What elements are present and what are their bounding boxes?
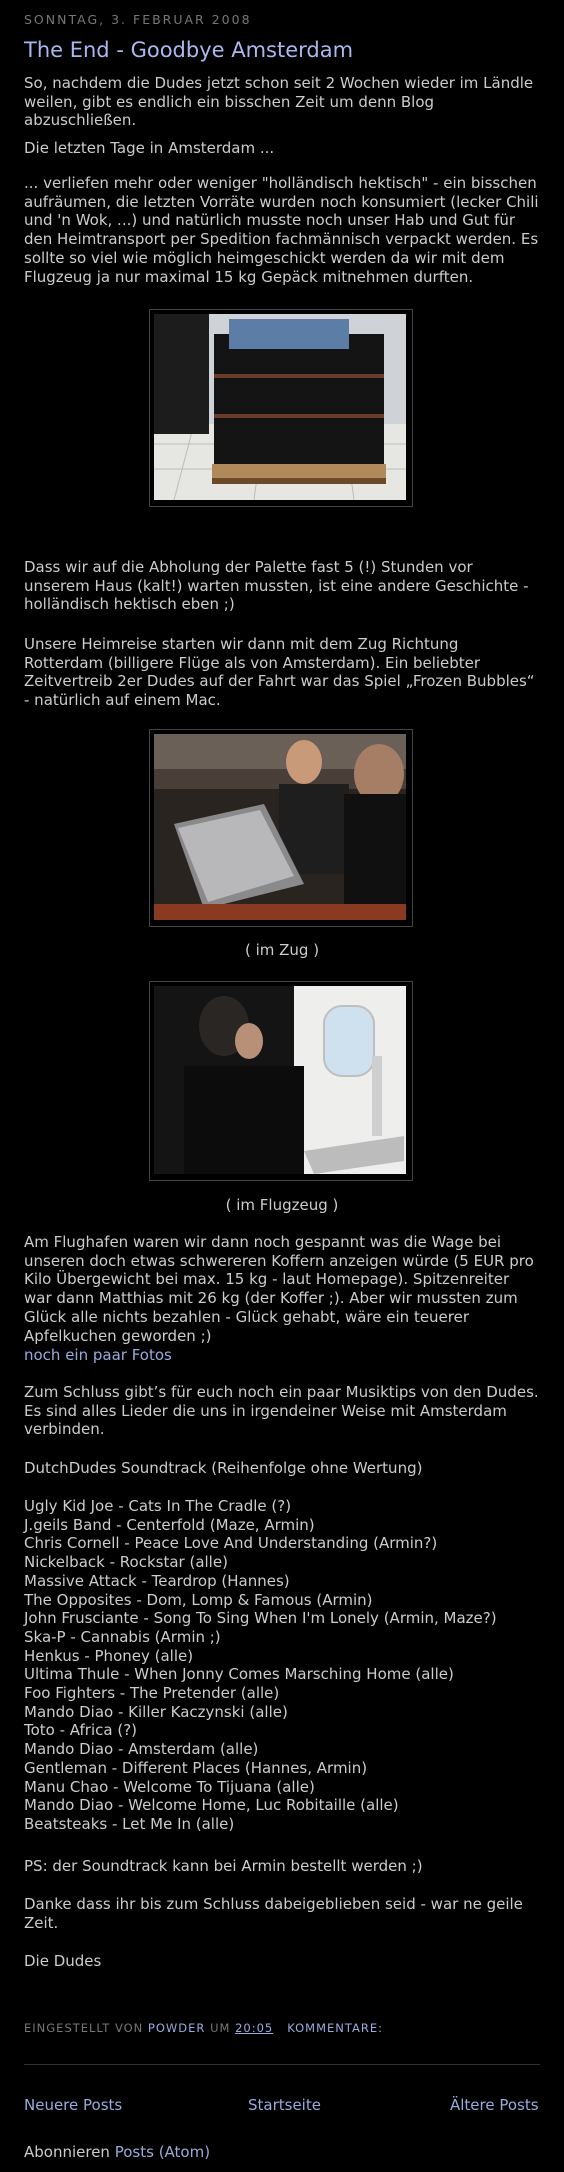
post-paragraph-journey: Unsere Heimreise starten wir dann mit de… <box>24 635 535 710</box>
caption-plane: ( im Flugzeug ) <box>225 1196 339 1214</box>
blog-page: Sonntag, 3. Februar 2008 The End - Goodb… <box>0 0 564 2172</box>
list-item: Ugly Kid Joe - Cats In The Cradle (?) <box>24 1497 292 1515</box>
list-item: The Opposites - Dom, Lomp & Famous (Armi… <box>24 1590 373 1609</box>
photo-plane[interactable] <box>149 981 413 1181</box>
post-signature: Die Dudes <box>24 1952 102 1970</box>
post-paragraph-intro: So, nachdem die Dudes jetzt schon seit 2… <box>24 74 534 130</box>
divider <box>24 2064 540 2065</box>
list-item: Ultima Thule - When Jonny Comes Marschin… <box>24 1665 454 1684</box>
list-item: Toto - Africa (?) <box>24 1721 138 1740</box>
subscribe-line: Abonnieren Posts (Atom) <box>24 2143 210 2161</box>
photo-pallet[interactable] <box>149 309 413 507</box>
subscribe-label: Abonnieren <box>24 2143 110 2161</box>
comments-link[interactable]: Kommentare: <box>287 2021 383 2035</box>
newer-posts-link[interactable]: Neuere Posts <box>24 2096 122 2114</box>
post-time-link[interactable]: 20:05 <box>235 2021 273 2035</box>
caption-train: ( im Zug ) <box>244 941 320 959</box>
post-paragraph-heading: Die letzten Tage in Amsterdam ... <box>24 139 275 157</box>
plane-image <box>154 986 406 1174</box>
post-paragraph-packing: ... verliefen mehr oder weniger "holländ… <box>24 174 539 286</box>
post-date: Sonntag, 3. Februar 2008 <box>24 12 252 27</box>
list-item: Nickelback - Rockstar (alle) <box>24 1553 228 1572</box>
more-photos-link[interactable]: noch ein paar Fotos <box>24 1346 172 1365</box>
author-link[interactable]: Powder <box>148 2021 205 2035</box>
list-item: J.geils Band - Centerfold (Maze, Armin) <box>24 1515 315 1534</box>
list-item: Foo Fighters - The Pretender (alle) <box>24 1684 280 1703</box>
post-thanks: Danke dass ihr bis zum Schluss dabeigebl… <box>24 1895 523 1932</box>
atom-feed-link[interactable]: Posts (Atom) <box>115 2143 210 2161</box>
posted-by-label: Eingestellt von <box>24 2021 144 2035</box>
list-item: Manu Chao - Welcome To Tijuana (alle) <box>24 1777 315 1796</box>
list-item: Massive Attack - Teardrop (Hannes) <box>24 1571 290 1590</box>
list-item: Mando Diao - Killer Kaczynski (alle) <box>24 1702 288 1721</box>
list-item: Ska-P - Cannabis (Armin ;) <box>24 1627 221 1646</box>
photo-train[interactable] <box>149 729 413 927</box>
list-item: Henkus - Phoney (alle) <box>24 1646 194 1665</box>
train-image <box>154 734 406 920</box>
soundtrack-list: Ugly Kid Joe - Cats In The Cradle (?) J.… <box>24 1497 540 1834</box>
list-item: Beatsteaks - Let Me In (alle) <box>24 1814 235 1833</box>
post-ps: PS: der Soundtrack kann bei Armin bestel… <box>24 1857 423 1875</box>
list-item: Mando Diao - Amsterdam (alle) <box>24 1740 259 1759</box>
list-item: John Frusciante - Song To Sing When I'm … <box>24 1609 497 1628</box>
list-item: Chris Cornell - Peace Love And Understan… <box>24 1534 438 1553</box>
list-item: Mando Diao - Welcome Home, Luc Robitaill… <box>24 1796 399 1815</box>
post-paragraph-airport: Am Flughafen waren wir dann noch gespann… <box>24 1233 534 1345</box>
post-title[interactable]: The End - Goodbye Amsterdam <box>24 38 353 62</box>
home-link[interactable]: Startseite <box>248 2096 321 2114</box>
soundtrack-title: DutchDudes Soundtrack (Reihenfolge ohne … <box>24 1459 423 1477</box>
pallet-image <box>154 314 406 501</box>
post-paragraph-pallet-wait: Dass wir auf die Abholung der Palette fa… <box>24 558 529 614</box>
at-label: um <box>210 2021 231 2035</box>
older-posts-link[interactable]: Ältere Posts <box>450 2096 539 2114</box>
post-paragraph-music: Zum Schluss gibt’s für euch noch ein paa… <box>24 1383 539 1439</box>
list-item: Gentleman - Different Places (Hannes, Ar… <box>24 1758 368 1777</box>
post-footer: Eingestellt von Powder um 20:05 Kommenta… <box>24 2021 383 2035</box>
